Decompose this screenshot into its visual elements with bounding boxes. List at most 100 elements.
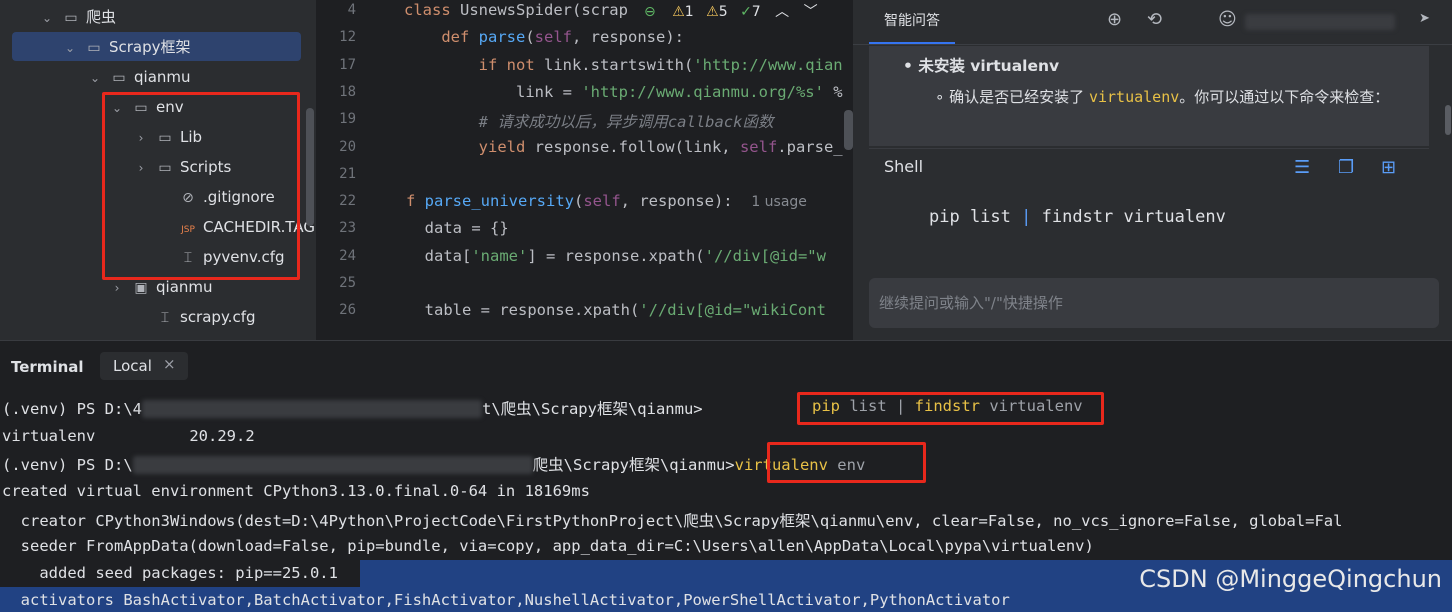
code-line[interactable]: if not link.startswith('http://www.qian: [404, 56, 843, 74]
user-icon[interactable]: ☺: [1218, 9, 1237, 30]
editor-scrollbar[interactable]: [844, 110, 853, 150]
code-token: data = {}: [406, 219, 509, 238]
terminal-line-9: activators BashActivator,BatchActivator,…: [2, 591, 1010, 609]
terminal-line-7: seeder FromAppData(download=False, pip=b…: [2, 537, 1094, 555]
ai-tab-bar: 智能问答 ⊕ ⟲ ☺ ➤: [853, 0, 1452, 45]
tab-local[interactable]: Local ×: [100, 352, 188, 380]
tree-item-label: qianmu: [134, 68, 191, 86]
line-number: 20: [339, 138, 356, 155]
code-line[interactable]: data['name'] = response.xpath('//div[@id…: [406, 247, 826, 265]
code-line[interactable]: link = 'http://www.qianmu.org/%s' %: [404, 83, 843, 101]
code-token: self: [534, 28, 572, 47]
prompt2-end: 爬虫\Scrapy框架\qianmu>: [532, 456, 735, 474]
inline-code: virtualenv: [1088, 88, 1180, 106]
terminal-panel: Terminal Local × (.venv) PS D:\4xt\爬虫\Sc…: [0, 340, 1452, 612]
bullet-dot: •: [903, 57, 919, 75]
code-editor[interactable]: 4 class UsnewsSpider(scrap 12 def parse(se…: [316, 0, 853, 340]
code-token: class: [404, 1, 460, 19]
tab-ai-qa[interactable]: 智能问答: [869, 0, 955, 44]
csdn-watermark: CSDN @MinggeQingchun: [1139, 565, 1442, 593]
prompt1-end: t\爬虫\Scrapy框架\qianmu>: [481, 400, 703, 418]
line-number: 19: [339, 111, 356, 128]
usage-hint[interactable]: 1 usage: [751, 194, 807, 210]
chevron-down-icon[interactable]: ⌄: [63, 33, 77, 63]
copy-icon[interactable]: ❐: [1338, 157, 1354, 178]
folder-icon: ▭: [112, 70, 126, 86]
close-icon[interactable]: ×: [163, 355, 176, 373]
blurred-username: [1245, 14, 1395, 30]
code-line[interactable]: # 请求成功以后，异步调用callback函数: [404, 110, 774, 132]
line-number: 25: [339, 275, 356, 291]
chevron-down-icon[interactable]: ⌄: [40, 3, 54, 33]
code-token: '//div[@id="wikiCont: [639, 301, 826, 320]
cmd1-highlight-box: [797, 392, 1104, 425]
code-command: pip list | findstr virtualenv: [929, 207, 1226, 227]
blurred-path-1: x: [141, 400, 482, 418]
config-file-icon: ⌶: [160, 310, 170, 326]
code-token: def: [404, 28, 479, 47]
code-token: f: [406, 192, 425, 211]
tree-item[interactable]: ⌄ ▭ 爬虫: [40, 2, 116, 32]
code-part-b: findstr virtualenv: [1031, 207, 1226, 227]
code-token: 'http://www.qianmu.org/%s': [581, 82, 824, 101]
code-token: ] = response.xpath(: [527, 246, 705, 265]
tree-item[interactable]: ⌄ ▭ Scrapy框架: [63, 32, 191, 62]
ai-question-input[interactable]: 继续提问或输入"/"快捷操作: [869, 278, 1439, 328]
code-token: UsnewsSpider(scrap: [460, 1, 628, 19]
warning-count: 1: [684, 4, 694, 20]
out-version: 20.29.2: [189, 427, 255, 445]
code-token: # 请求成功以后，异步调用callback函数: [404, 113, 774, 132]
code-line[interactable]: table = response.xpath('//div[@id="wikiC…: [406, 301, 826, 319]
code-line[interactable]: def parse(self, response):: [404, 28, 684, 46]
code-token: data[: [406, 246, 472, 265]
line-number: 12: [339, 29, 356, 46]
line-number: 22: [339, 193, 356, 210]
code-token: 'http://www.qian: [693, 55, 843, 74]
out-name: virtualenv: [2, 427, 96, 445]
terminal-line-1: (.venv) PS D:\4xt\爬虫\Scrapy框架\qianmu>: [2, 397, 703, 419]
terminal-tabbar: Terminal Local ×: [0, 341, 1452, 383]
line-number: 24: [339, 247, 356, 264]
code-line[interactable]: f parse_university(self, response): 1 us…: [406, 192, 807, 210]
tree-item-label: 爬虫: [86, 8, 117, 26]
add-circle-icon[interactable]: ⊕: [1107, 9, 1122, 30]
answer-bullet: • 未安装 virtualenv: [903, 54, 1059, 76]
folder-icon: ▭: [64, 10, 78, 26]
chevron-down-icon[interactable]: ⌄: [88, 63, 102, 93]
new-file-icon[interactable]: ⊞: [1381, 157, 1396, 178]
chevron-up-icon[interactable]: ︿: [775, 4, 789, 20]
tree-item-label: qianmu: [156, 278, 213, 296]
prompt1-start: (.venv) PS D:\4: [2, 400, 142, 418]
insert-code-icon[interactable]: ☰: [1294, 157, 1310, 178]
tree-item[interactable]: ⌄ ▭ qianmu: [88, 62, 191, 92]
send-arrow-icon[interactable]: ➤: [1419, 11, 1430, 26]
sub-text-end: 。你可以通过以下命令来检查：: [1179, 88, 1390, 106]
ai-answer-bubble: • 未安装 virtualenv ∘ 确认是否已经安装了 virtualenv。…: [869, 46, 1429, 146]
code-token: parse_university: [424, 192, 574, 211]
code-line[interactable]: yield response.follow(link, self.parse_: [404, 138, 843, 156]
tree-scrollbar[interactable]: [306, 108, 314, 226]
project-tree: ⌄ ▭ 爬虫 ⌄ ▭ Scrapy框架 ⌄ ▭ qianmu ⌄ ▭ env › ▭ Lib › ▭ Script…: [0, 0, 316, 340]
code-token: %: [823, 82, 843, 101]
code-token: .parse_: [777, 137, 843, 156]
code-token: parse: [478, 28, 526, 47]
ai-assistant-panel: 智能问答 ⊕ ⟲ ☺ ➤ • 未安装 virtualenv ∘ 确认是否已经安装…: [853, 0, 1452, 340]
history-icon[interactable]: ⟲: [1147, 9, 1162, 30]
code-token: link.startswith(: [543, 55, 694, 74]
typo-count: 7: [751, 4, 761, 20]
code-line[interactable]: class UsnewsSpider(scrap: [404, 1, 628, 19]
terminal-line-2: virtualenv 20.29.2: [2, 427, 255, 445]
code-token: , response):: [620, 192, 752, 211]
terminal-line-5: created virtual environment CPython3.13.…: [2, 482, 590, 500]
code-line[interactable]: data = {}: [406, 219, 509, 237]
inspection-widget[interactable]: ⊖ ⚠1 ⚠5 ✓7 ︿ ﹀: [644, 0, 853, 24]
code-token: link =: [404, 82, 582, 101]
code-part-a: pip list: [929, 207, 1022, 227]
ai-code-block: Shell ☰ ❐ ⊞ pip list | findstr virtualen…: [869, 148, 1429, 264]
code-token: yield: [404, 137, 535, 156]
ai-scrollbar[interactable]: [1445, 105, 1451, 135]
bullet-title: 未安装 virtualenv: [918, 57, 1060, 75]
tree-item[interactable]: ⌶ scrapy.cfg: [134, 302, 256, 332]
chevron-down-icon[interactable]: ﹀: [804, 4, 818, 20]
prompt2-start: (.venv) PS D:\: [2, 456, 133, 474]
